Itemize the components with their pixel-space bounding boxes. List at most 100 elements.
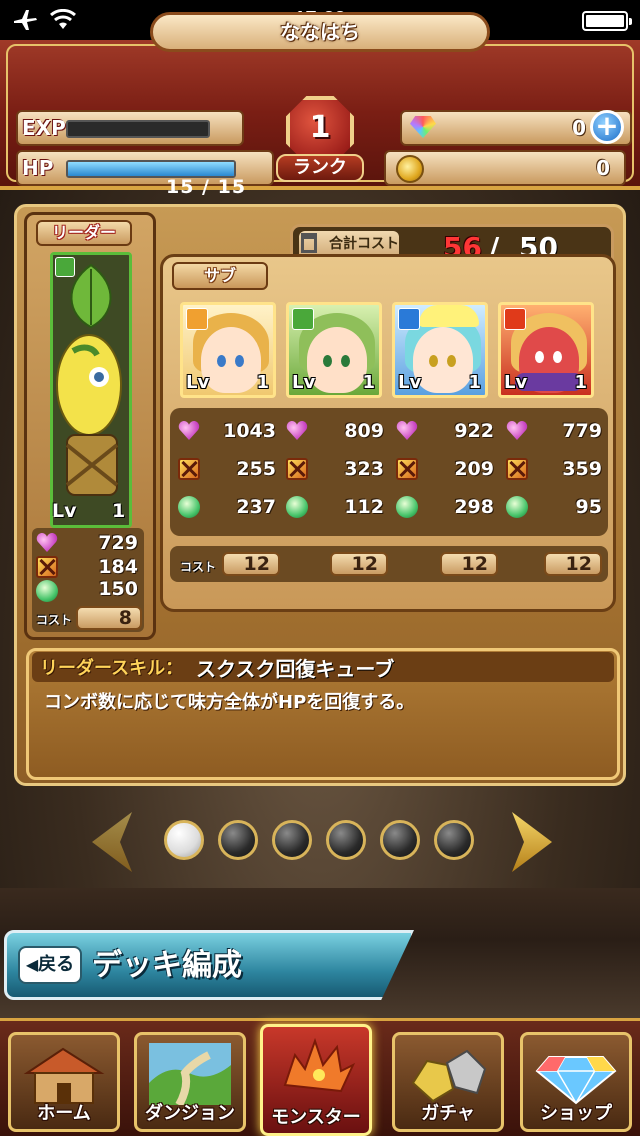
nav-home-label: ホーム <box>37 1103 91 1124</box>
sub-label: サブ <box>172 262 268 290</box>
hp-text: 15 / 15 <box>166 176 247 198</box>
sub-level: 1 <box>468 372 481 393</box>
page-dot[interactable] <box>272 820 312 860</box>
sub-atk: 359 <box>562 458 602 480</box>
sub-lv-label: Lv <box>504 372 528 393</box>
leader-label: リーダー <box>36 220 132 246</box>
leader-skill-label: リーダースキル： <box>40 658 184 679</box>
nav-dungeon-label: ダンジョン <box>145 1103 235 1124</box>
leader-hp: 729 <box>98 532 138 554</box>
recover-icon <box>286 496 308 518</box>
sub-cost: 12 <box>544 552 602 576</box>
sub-lv-label: Lv <box>292 372 316 393</box>
total-cost-label: 合計コスト <box>329 236 399 252</box>
attack-icon <box>396 458 418 480</box>
path-icon <box>149 1043 231 1105</box>
rank-badge: 1 ランク <box>276 96 364 182</box>
sub-cost: 12 <box>440 552 498 576</box>
bin-icon <box>301 233 317 253</box>
nav-monster-label: モンスター <box>271 1107 361 1128</box>
sub-level: 1 <box>362 372 375 393</box>
ore-icon <box>411 1049 487 1103</box>
recover-icon <box>506 496 528 518</box>
sub-atk: 255 <box>236 458 276 480</box>
exp-bar <box>66 120 210 138</box>
exp-plate: EXP <box>16 110 244 146</box>
light-element-icon <box>186 308 208 330</box>
dragon-icon <box>283 1037 356 1093</box>
nav-gacha-button[interactable]: ガチャ <box>392 1032 504 1132</box>
attack-icon <box>506 458 528 480</box>
nav-home-button[interactable]: ホーム <box>8 1032 120 1132</box>
sub-hp: 809 <box>344 420 384 442</box>
rank-label: ランク <box>276 154 364 182</box>
sub-cost-label: コスト <box>180 560 217 574</box>
next-page-arrow-icon[interactable] <box>512 812 552 872</box>
nav-gacha-label: ガチャ <box>421 1103 475 1124</box>
page-dot[interactable] <box>326 820 366 860</box>
hp-label: HP <box>22 156 54 180</box>
house-icon <box>23 1047 105 1104</box>
leader-cost: 8 <box>76 606 142 630</box>
sub-hp: 922 <box>454 420 494 442</box>
wood-element-icon <box>55 257 75 277</box>
gem-icon <box>410 116 436 138</box>
coin-plate: 0 <box>384 150 626 186</box>
recover-icon <box>178 496 200 518</box>
buy-gems-button[interactable]: + <box>590 110 624 144</box>
leader-skill-description: コンボ数に応じて味方全体がHPを回復する。 <box>44 692 415 713</box>
wood-element-icon <box>292 308 314 330</box>
leader-cost-label: コスト <box>36 613 73 627</box>
recover-icon <box>36 580 58 602</box>
sub-monster-card[interactable]: Lv 1 <box>392 302 488 398</box>
leaf-monster-art <box>53 255 129 525</box>
sub-atk: 209 <box>454 458 494 480</box>
sub-rcv: 298 <box>454 496 494 518</box>
page-dot[interactable] <box>164 820 204 860</box>
leader-atk: 184 <box>98 556 138 578</box>
attack-icon <box>286 458 308 480</box>
attack-icon <box>178 458 200 480</box>
exp-label: EXP <box>22 116 66 140</box>
gem-count: 0 <box>572 116 586 140</box>
nav-shop-button[interactable]: ショップ <box>520 1032 632 1132</box>
sub-lv-label: Lv <box>186 372 210 393</box>
back-label: 戻る <box>38 954 75 975</box>
sub-rcv: 95 <box>575 496 602 518</box>
attack-icon <box>36 556 58 578</box>
page-dot[interactable] <box>380 820 420 860</box>
page-dot[interactable] <box>434 820 474 860</box>
sub-hp: 779 <box>562 420 602 442</box>
nav-dungeon-button[interactable]: ダンジョン <box>134 1032 246 1132</box>
coin-icon <box>396 155 424 183</box>
fire-element-icon <box>504 308 526 330</box>
nav-monster-button[interactable]: モンスター <box>260 1024 372 1136</box>
previous-page-arrow-icon[interactable] <box>92 812 132 872</box>
sub-monster-card[interactable]: Lv 1 <box>286 302 382 398</box>
back-button[interactable]: ◀戻る <box>18 946 82 984</box>
rank-number: 1 <box>309 110 331 145</box>
sub-atk: 323 <box>344 458 384 480</box>
sub-rcv: 237 <box>236 496 276 518</box>
sub-monster-card[interactable]: Lv 1 <box>498 302 594 398</box>
leader-skill-name: スクスク回復キューブ <box>196 657 395 681</box>
back-arrow-icon: ◀ <box>25 955 39 974</box>
leader-monster-card[interactable] <box>50 252 132 528</box>
page-dot[interactable] <box>218 820 258 860</box>
coin-count: 0 <box>596 156 610 180</box>
leader-lv-label: Lv <box>52 500 77 522</box>
sub-level: 1 <box>256 372 269 393</box>
leader-rcv: 150 <box>98 578 138 600</box>
leader-level: 1 <box>112 500 126 522</box>
player-name: ななはち <box>150 12 490 52</box>
recover-icon <box>396 496 418 518</box>
sub-cost: 12 <box>330 552 388 576</box>
gem-icon <box>535 1056 617 1105</box>
sub-monster-card[interactable]: Lv 1 <box>180 302 276 398</box>
battery-icon <box>582 11 632 31</box>
page-title: デッキ編成 <box>92 948 242 983</box>
sub-lv-label: Lv <box>398 372 422 393</box>
sub-level: 1 <box>574 372 587 393</box>
sub-hp: 1043 <box>223 420 276 442</box>
sub-rcv: 112 <box>344 496 384 518</box>
